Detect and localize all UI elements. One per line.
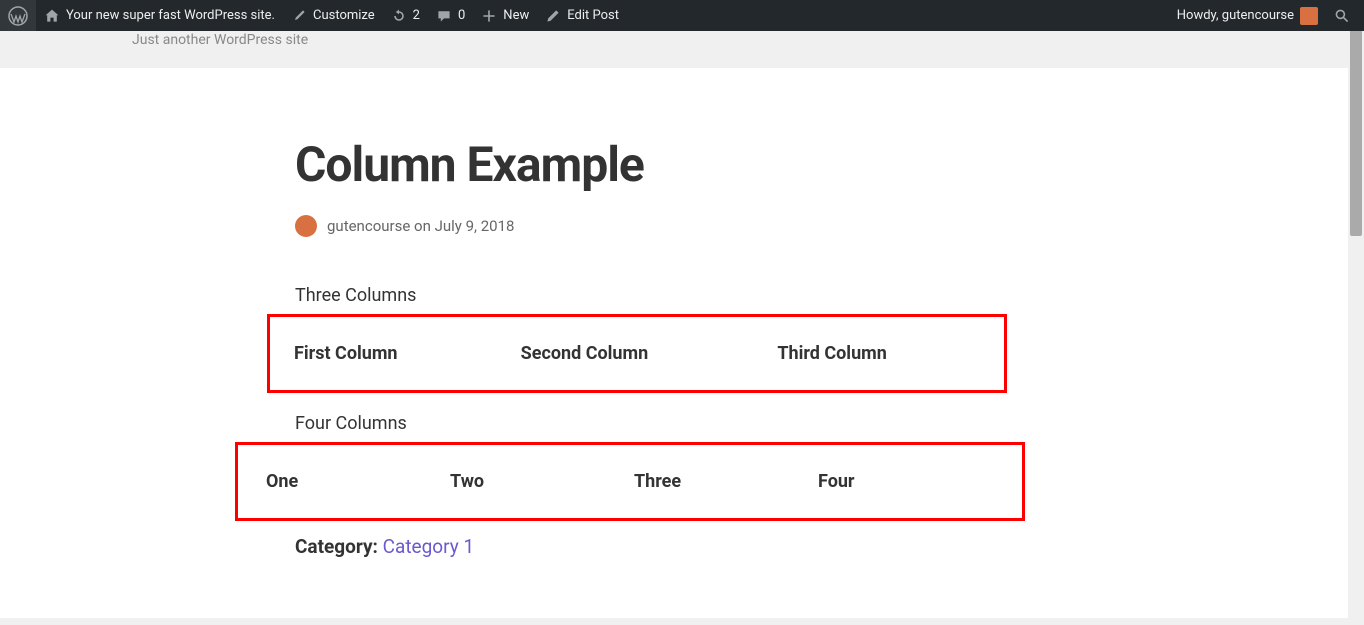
post-content: Column Example gutencourse on July 9, 20… — [295, 68, 1025, 558]
scrollbar-thumb[interactable] — [1350, 16, 1362, 236]
category-link[interactable]: Category 1 — [383, 535, 474, 558]
edit-post-link[interactable]: Edit Post — [537, 0, 627, 31]
edit-post-text: Edit Post — [567, 8, 619, 23]
post-date[interactable]: July 9, 2018 — [435, 217, 515, 235]
column-3: Third Column — [723, 343, 980, 364]
wordpress-icon — [8, 6, 28, 26]
pencil-icon — [545, 8, 561, 24]
column-2: Two — [446, 471, 630, 492]
brush-icon — [291, 8, 307, 24]
site-name-text: Your new super fast WordPress site. — [66, 8, 275, 23]
admin-bar-right: Howdy, gutencourse — [1169, 0, 1364, 31]
comment-icon — [436, 8, 452, 24]
admin-bar-left: Your new super fast WordPress site. Cust… — [0, 0, 627, 31]
site-name-link[interactable]: Your new super fast WordPress site. — [36, 0, 283, 31]
four-columns-label: Four Columns — [295, 413, 1025, 434]
column-3: Three — [630, 471, 814, 492]
author-avatar — [295, 215, 317, 237]
four-columns-block: One Two Three Four — [235, 442, 1025, 521]
customize-text: Customize — [313, 8, 375, 23]
author-link[interactable]: gutencourse — [327, 217, 410, 235]
search-toggle[interactable] — [1326, 0, 1358, 31]
three-columns-label: Three Columns — [295, 285, 1025, 306]
avatar-icon — [1300, 7, 1318, 25]
updates-count: 2 — [413, 8, 420, 23]
column-2: Second Column — [497, 343, 724, 364]
home-icon — [44, 8, 60, 24]
plus-icon — [481, 8, 497, 24]
refresh-icon — [391, 8, 407, 24]
column-1: One — [262, 471, 446, 492]
page-content: Column Example gutencourse on July 9, 20… — [0, 68, 1364, 618]
wp-logo-menu[interactable] — [0, 0, 36, 31]
category-label: Category: — [295, 535, 378, 558]
date-prefix: on — [414, 217, 431, 235]
comments-link[interactable]: 0 — [428, 0, 473, 31]
column-1: First Column — [294, 343, 497, 364]
post-byline: gutencourse on July 9, 2018 — [295, 215, 1025, 237]
updates-link[interactable]: 2 — [383, 0, 428, 31]
three-columns-block: First Column Second Column Third Column — [267, 314, 1007, 393]
new-link[interactable]: New — [473, 0, 537, 31]
site-tagline: Just another WordPress site — [0, 31, 1364, 48]
category-line: Category: Category 1 — [295, 535, 1025, 558]
column-4: Four — [814, 471, 998, 492]
admin-bar: Your new super fast WordPress site. Cust… — [0, 0, 1364, 31]
customize-link[interactable]: Customize — [283, 0, 383, 31]
howdy-text: Howdy, gutencourse — [1177, 8, 1294, 23]
search-icon — [1334, 8, 1350, 24]
post-title: Column Example — [295, 136, 1025, 193]
my-account-link[interactable]: Howdy, gutencourse — [1169, 0, 1326, 31]
byline-text: gutencourse on July 9, 2018 — [327, 217, 514, 235]
comments-count: 0 — [458, 8, 465, 23]
scrollbar-track[interactable]: ▲ — [1348, 0, 1364, 625]
new-text: New — [503, 8, 529, 23]
